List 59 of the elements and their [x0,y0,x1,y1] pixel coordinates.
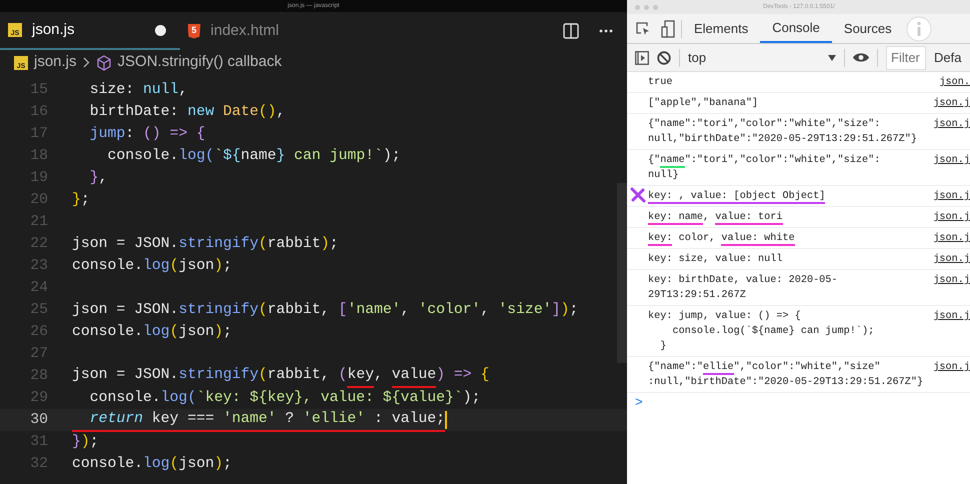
code-line: birthDate: new Date(), [88,102,286,122]
device-icon[interactable] [661,20,675,38]
source-link[interactable]: json. [939,75,970,90]
console-message: key: color, value: white [648,232,796,246]
code-line: }; [72,190,90,210]
breadcrumb-item[interactable]: JSON.stringify() callback [118,51,282,74]
code-line: jump: () => { [88,124,206,144]
context-dropdown[interactable]: top [688,48,836,68]
more-icon[interactable] [599,29,613,33]
code-line: console.log(json); [72,256,232,276]
console-message: key: jump, value: () => { console.log(`${name} can jump!`); } [648,310,876,354]
code-line: console.log(`key: ${key}, value: ${value}`); [88,388,480,408]
source-link[interactable]: json.j [933,189,970,204]
sidebar-toggle-icon[interactable] [635,50,649,64]
source-link[interactable]: json.j [933,117,970,147]
text-cursor [444,411,447,429]
html-file-icon: 5 [188,24,201,38]
devtools-tab[interactable]: Elements [682,14,760,43]
code-line: console.log(json); [72,454,232,474]
breadcrumb-item[interactable]: json.js [34,51,77,74]
filter-field[interactable]: Filter [886,46,926,70]
code-line: json = JSON.stringify(rabbit, ['name', 'color', 'size']); [72,300,578,320]
code-line: json = JSON.stringify(rabbit); [72,234,338,254]
source-link[interactable]: json.j [933,210,970,225]
code-line: return key === 'name' ? 'ellie' : value; [72,408,445,432]
code-line: }, [88,168,108,188]
console-prompt[interactable]: > [627,393,970,412]
code-line: size: null, [88,80,188,100]
console-message: {"name":"ellie","color":"white","size" :null,"birthDate":"2020-05-29T13:29:51.267Z"} [648,360,924,390]
scrollbar[interactable] [617,183,627,363]
source-link[interactable]: json.j [933,273,970,303]
code-line: console.log(`${name} can jump!`); [106,146,401,166]
source-link[interactable]: json.j [933,153,970,183]
console-message: key: name, value: tori [648,210,784,225]
source-link[interactable]: json.j [933,231,970,246]
source-link[interactable]: json.j [933,309,970,354]
console-message: key: , value: [object Object] [648,190,826,204]
chevron-icon [82,57,90,68]
line-number: 30 [29,410,48,430]
source-link[interactable]: json.j [933,96,970,111]
caret-icon [828,54,836,60]
source-link[interactable]: json.j [933,360,970,390]
eye-icon[interactable] [853,52,869,63]
console-message: key: birthDate, value: 2020-05- 29T13:29:51.267Z [648,274,839,303]
devtools-tab[interactable]: Sources [832,14,904,43]
inspect-icon[interactable] [635,21,651,37]
levels-dropdown[interactable]: Defa [934,48,962,68]
source-link[interactable]: json.j [933,252,970,267]
code-line: }); [72,432,99,452]
console-message: key: size, value: null [648,252,784,267]
clear-icon[interactable] [657,50,671,64]
console-message: {"name":"tori","color":"white","size": null} [648,154,882,183]
split-editor-icon[interactable] [563,23,579,39]
cube-icon [96,54,112,70]
console-message: true [648,76,674,90]
code-line: console.log(json); [72,322,232,342]
console-message: ["apple","banana"] [648,96,760,111]
console-message: {"name":"tori","color":"white","size": null,"birthDate":"2020-05-29T13:29:51.267Z"} [648,118,918,147]
code-line: json = JSON.stringify(rabbit, (key, value) => { [72,364,490,388]
